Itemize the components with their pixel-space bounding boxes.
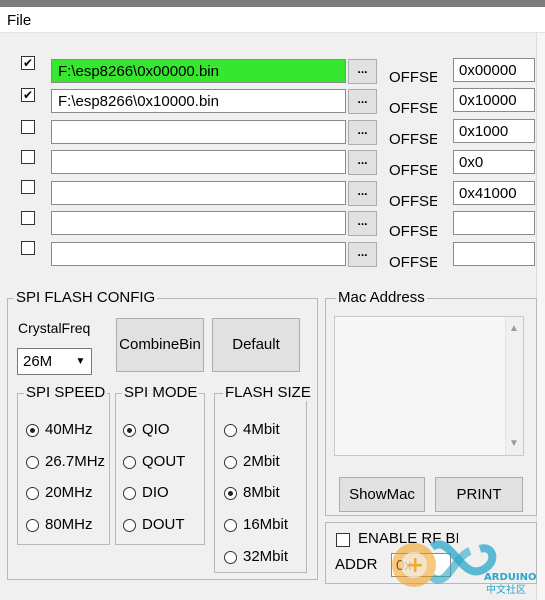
offset-label-6: OFFSET	[389, 223, 437, 240]
offset-label-7: OFFSET	[389, 254, 437, 271]
file-checkbox-7[interactable]	[21, 241, 35, 255]
window-top-bar	[0, 0, 545, 7]
offset-input-1[interactable]: 0x00000	[453, 58, 535, 82]
print-button[interactable]: PRINT	[435, 477, 523, 512]
size-option-label: 32Mbit	[243, 548, 289, 565]
size-option-label: 8Mbit	[243, 484, 280, 501]
enable-rf-bin-checkbox[interactable]	[336, 533, 350, 547]
browse-button-7[interactable]: ...	[348, 242, 377, 267]
browse-button-1[interactable]: ...	[348, 59, 377, 84]
spi-flash-config-title: SPI FLASH CONFIG	[14, 289, 158, 306]
offset-label-5: OFFSET	[389, 193, 437, 210]
speed-option-label: 26.7MHz	[45, 453, 106, 470]
file-path-input-1[interactable]: F:\esp8266\0x00000.bin	[51, 59, 346, 83]
mode-radio-qio[interactable]	[123, 424, 136, 437]
mode-radio-dout[interactable]	[123, 519, 136, 532]
speed-radio-80mhz[interactable]	[26, 519, 39, 532]
size-radio-2mbit[interactable]	[224, 456, 237, 469]
arduino-watermark-logo: + ARDUINO 中文社区	[392, 540, 536, 596]
mode-option-label: DIO	[142, 484, 169, 501]
menu-file[interactable]: File	[7, 12, 31, 29]
scroll-down-icon[interactable]: ▼	[509, 438, 519, 449]
offset-input-4[interactable]: 0x0	[453, 150, 535, 174]
crystal-freq-value: 26M	[23, 353, 53, 370]
speed-option-label: 80MHz	[45, 516, 93, 533]
mode-radio-qout[interactable]	[123, 456, 136, 469]
watermark-brand: ARDUINO	[484, 572, 536, 583]
file-checkbox-6[interactable]	[21, 211, 35, 225]
offset-label-3: OFFSET	[389, 131, 437, 148]
mode-option-label: QIO	[142, 421, 170, 438]
spi-mode-title: SPI MODE	[122, 384, 200, 401]
watermark-sub: 中文社区	[486, 583, 526, 596]
browse-button-2[interactable]: ...	[348, 89, 377, 114]
speed-radio-267mhz[interactable]	[26, 456, 39, 469]
speed-option-label: 20MHz	[45, 484, 93, 501]
size-radio-4mbit[interactable]	[224, 424, 237, 437]
file-checkbox-3[interactable]	[21, 120, 35, 134]
flash-size-title: FLASH SIZE	[223, 384, 313, 401]
mode-option-label: DOUT	[142, 516, 185, 533]
speed-radio-20mhz[interactable]	[26, 487, 39, 500]
offset-label-4: OFFSET	[389, 162, 437, 179]
addr-label: ADDR	[335, 556, 378, 573]
file-path-input-5[interactable]	[51, 181, 346, 205]
file-checkbox-1[interactable]: ✔	[21, 56, 35, 70]
file-checkbox-2[interactable]: ✔	[21, 88, 35, 102]
offset-input-6[interactable]	[453, 211, 535, 235]
default-button[interactable]: Default	[212, 318, 300, 372]
browse-button-5[interactable]: ...	[348, 181, 377, 206]
browse-button-3[interactable]: ...	[348, 120, 377, 145]
offset-label-2: OFFSET	[389, 100, 437, 117]
window-edge	[536, 33, 545, 600]
speed-radio-40mhz[interactable]	[26, 424, 39, 437]
flash-size-group	[214, 393, 307, 573]
size-option-label: 2Mbit	[243, 453, 280, 470]
browse-button-4[interactable]: ...	[348, 150, 377, 175]
mode-option-label: QOUT	[142, 453, 186, 470]
offset-input-2[interactable]: 0x10000	[453, 88, 535, 112]
mac-address-title: Mac Address	[336, 289, 427, 306]
file-path-input-7[interactable]	[51, 242, 346, 266]
file-checkbox-4[interactable]	[21, 150, 35, 164]
chevron-down-icon[interactable]: ▼	[71, 350, 90, 373]
speed-option-label: 40MHz	[45, 421, 93, 438]
file-path-input-6[interactable]	[51, 211, 346, 235]
size-radio-32mbit[interactable]	[224, 551, 237, 564]
offset-input-3[interactable]: 0x1000	[453, 119, 535, 143]
file-path-input-4[interactable]	[51, 150, 346, 174]
crystal-freq-select[interactable]: 26M ▼	[17, 348, 92, 375]
combine-bin-button[interactable]: CombineBin	[116, 318, 204, 372]
offset-label-1: OFFSET	[389, 69, 437, 86]
size-option-label: 4Mbit	[243, 421, 280, 438]
file-checkbox-5[interactable]	[21, 180, 35, 194]
file-path-input-3[interactable]	[51, 120, 346, 144]
size-radio-8mbit[interactable]	[224, 487, 237, 500]
show-mac-button[interactable]: ShowMac	[339, 477, 425, 512]
offset-input-5[interactable]: 0x41000	[453, 181, 535, 205]
offset-input-7[interactable]	[453, 242, 535, 266]
scroll-up-icon[interactable]: ▲	[509, 323, 519, 334]
mode-radio-dio[interactable]	[123, 487, 136, 500]
mac-scrollbar[interactable]: ▲ ▼	[505, 317, 523, 455]
spi-speed-title: SPI SPEED	[24, 384, 108, 401]
size-option-label: 16Mbit	[243, 516, 289, 533]
browse-button-6[interactable]: ...	[348, 211, 377, 236]
crystal-freq-label: CrystalFreq	[18, 320, 91, 336]
file-path-input-2[interactable]: F:\esp8266\0x10000.bin	[51, 89, 346, 113]
svg-text:+: +	[406, 553, 424, 578]
menu-bar: File	[0, 7, 545, 33]
mac-address-text[interactable]: ▲ ▼	[334, 316, 524, 456]
size-radio-16mbit[interactable]	[224, 519, 237, 532]
